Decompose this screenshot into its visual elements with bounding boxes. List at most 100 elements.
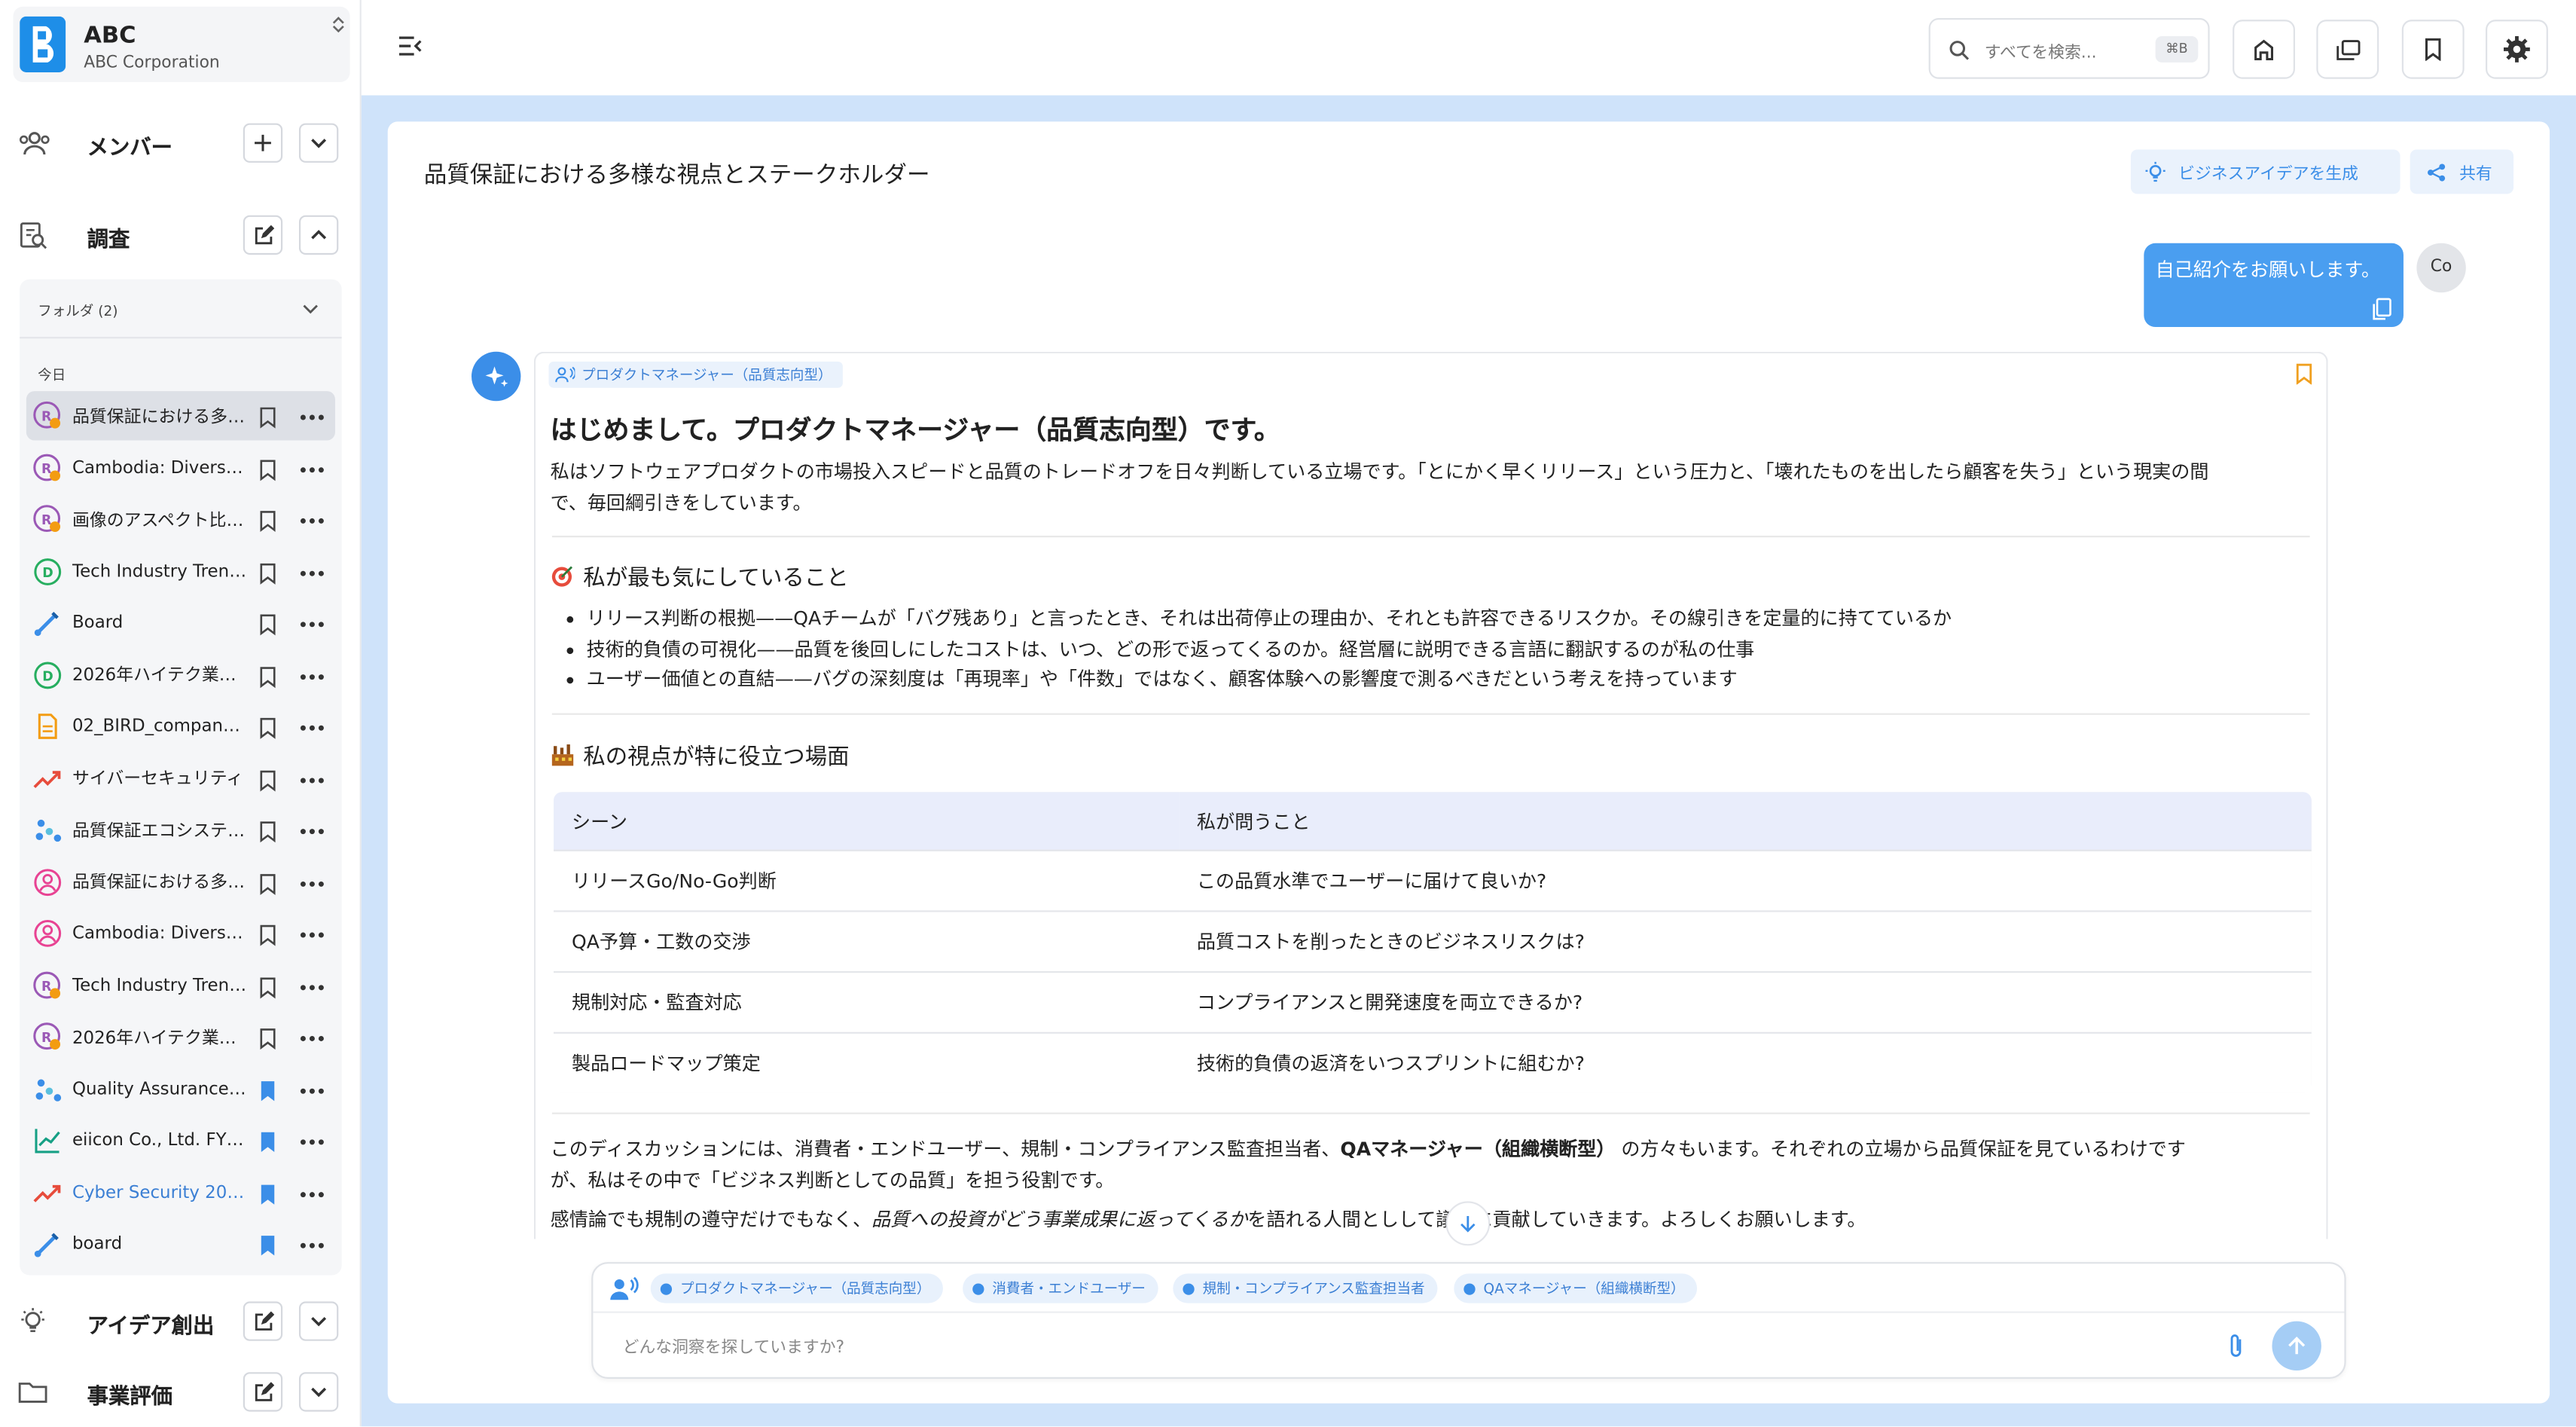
bookmark-icon[interactable] bbox=[256, 922, 279, 946]
list-item-label: Cyber Security 2026 bbox=[72, 1182, 247, 1202]
list-item[interactable]: Cambodia: Diverse … bbox=[26, 909, 335, 958]
more-icon[interactable] bbox=[299, 663, 325, 686]
more-icon[interactable] bbox=[299, 766, 325, 790]
list-item[interactable]: R Tech Industry Trend… bbox=[26, 961, 335, 1010]
bulb-icon bbox=[2145, 160, 2165, 182]
more-icon[interactable] bbox=[299, 870, 325, 894]
list-item[interactable]: Cyber Security 2026 bbox=[26, 1168, 335, 1217]
attach-icon[interactable] bbox=[2228, 1333, 2245, 1359]
bookmark-icon[interactable] bbox=[256, 560, 279, 584]
persona-select-icon[interactable] bbox=[609, 1276, 639, 1302]
list-item[interactable]: 品質保証における多… bbox=[26, 857, 335, 906]
trend-icon bbox=[33, 1178, 63, 1207]
copy-icon[interactable] bbox=[2370, 298, 2391, 321]
persona-chip[interactable]: 消費者・エンドユーザー bbox=[963, 1273, 1159, 1303]
more-icon[interactable] bbox=[299, 611, 325, 634]
new-research-button[interactable] bbox=[243, 215, 283, 255]
list-item[interactable]: R 品質保証における多… bbox=[26, 391, 335, 441]
list-item[interactable]: D 2026年ハイテク業… bbox=[26, 650, 335, 699]
send-button[interactable] bbox=[2272, 1321, 2321, 1371]
org-switcher[interactable]: ABC ABC Corporation bbox=[13, 6, 350, 83]
members-label[interactable]: メンバー bbox=[87, 130, 172, 161]
list-item[interactable]: Board bbox=[26, 598, 335, 647]
bookmark-icon[interactable] bbox=[256, 1233, 279, 1256]
divider bbox=[551, 536, 2310, 538]
sidebar-toggle-icon[interactable] bbox=[398, 36, 423, 56]
evaluation-label[interactable]: 事業評価 bbox=[87, 1379, 172, 1410]
ideas-label[interactable]: アイデア創出 bbox=[87, 1308, 215, 1340]
persona-chip[interactable]: プロダクトマネージャー（品質志向型） bbox=[650, 1273, 944, 1303]
board-icon bbox=[33, 1229, 63, 1258]
bookmark-icon[interactable] bbox=[256, 818, 279, 843]
table-cell: QA予算・工数の交渉 bbox=[554, 910, 1179, 973]
bookmark-icon[interactable] bbox=[256, 1181, 279, 1204]
bookmark-icon[interactable] bbox=[256, 1025, 279, 1050]
org-name: ABC bbox=[84, 23, 136, 50]
bookmarks-button[interactable] bbox=[2401, 20, 2465, 79]
more-icon[interactable] bbox=[299, 1181, 325, 1204]
home-button[interactable] bbox=[2233, 20, 2295, 79]
more-icon[interactable] bbox=[299, 973, 325, 997]
members-expand-button[interactable] bbox=[298, 123, 339, 163]
settings-button[interactable] bbox=[2486, 20, 2548, 79]
more-icon[interactable] bbox=[299, 1233, 325, 1256]
share-button[interactable]: 共有 bbox=[2410, 149, 2514, 194]
add-member-button[interactable] bbox=[243, 123, 283, 163]
list-item[interactable]: R 画像のアスペクト比… bbox=[26, 495, 335, 544]
table-header: シーン bbox=[554, 792, 1179, 851]
expand-collapse-icon[interactable] bbox=[332, 17, 345, 33]
new-evaluation-button[interactable] bbox=[243, 1372, 283, 1412]
persona-chip[interactable]: QAマネージャー（組織横断型） bbox=[1454, 1273, 1698, 1303]
plus-icon bbox=[255, 134, 271, 151]
research-label[interactable]: 調査 bbox=[87, 222, 130, 253]
more-icon[interactable] bbox=[299, 1077, 325, 1101]
bookmark-icon[interactable] bbox=[256, 405, 279, 429]
new-idea-button[interactable] bbox=[243, 1301, 283, 1341]
more-icon[interactable] bbox=[299, 560, 325, 583]
scroll-down-button[interactable] bbox=[1445, 1201, 1491, 1246]
generate-idea-button[interactable]: ビジネスアイデアを生成 bbox=[2130, 149, 2401, 194]
more-icon[interactable] bbox=[299, 456, 325, 479]
bookmark-icon[interactable] bbox=[256, 766, 279, 791]
bookmark-icon[interactable] bbox=[256, 508, 279, 533]
board-icon bbox=[33, 608, 63, 637]
bookmark-icon[interactable] bbox=[2295, 363, 2313, 385]
list-item[interactable]: サイバーセキュリティ bbox=[26, 753, 335, 802]
more-icon[interactable] bbox=[299, 818, 325, 842]
more-icon[interactable] bbox=[299, 405, 325, 428]
list-item[interactable]: R Cambodia: Diverse … bbox=[26, 443, 335, 492]
bookmark-icon[interactable] bbox=[256, 973, 279, 998]
bookmark-icon[interactable] bbox=[256, 1129, 279, 1152]
more-icon[interactable] bbox=[299, 1129, 325, 1152]
bookmark-icon[interactable] bbox=[256, 611, 279, 636]
more-icon[interactable] bbox=[299, 508, 325, 531]
table-row: QA予算・工数の交渉 品質コストを削ったときのビジネスリスクは? bbox=[554, 910, 2312, 973]
list-item[interactable]: Quality Assurance … bbox=[26, 1064, 335, 1113]
scatter-icon bbox=[33, 1074, 63, 1103]
persona-chip[interactable]: 規制・コンプライアンス監査担当者 bbox=[1173, 1273, 1439, 1303]
research-collapse-button[interactable] bbox=[298, 215, 339, 255]
list-item[interactable]: 品質保証エコシステ… bbox=[26, 805, 335, 854]
list-item[interactable]: R 2026年ハイテク業… bbox=[26, 1013, 335, 1062]
evaluation-expand-button[interactable] bbox=[298, 1372, 339, 1412]
bookmark-icon[interactable] bbox=[256, 1077, 279, 1101]
more-icon[interactable] bbox=[299, 922, 325, 946]
library-button[interactable] bbox=[2316, 20, 2379, 79]
search-box[interactable]: すべてを検索... ⌘B bbox=[1928, 17, 2210, 79]
list-item: ユーザー価値との直結——バグの深刻度は「再現率」や「件数」ではなく、顧客体験への… bbox=[563, 664, 1952, 694]
list-item[interactable]: D Tech Industry Trend… bbox=[26, 546, 335, 595]
bookmark-icon[interactable] bbox=[256, 456, 279, 481]
closing-italic: 品質への投資がどう事業成果に返ってくるか bbox=[871, 1208, 1248, 1231]
bookmark-icon[interactable] bbox=[256, 663, 279, 688]
more-icon[interactable] bbox=[299, 715, 325, 738]
more-icon[interactable] bbox=[299, 1025, 325, 1049]
list-item[interactable]: 02_BIRD_company_… bbox=[26, 701, 335, 750]
folder-row[interactable]: フォルダ (2) bbox=[20, 280, 342, 339]
ideas-expand-button[interactable] bbox=[298, 1301, 339, 1341]
list-item[interactable]: board bbox=[26, 1219, 335, 1268]
research-icon bbox=[20, 222, 47, 249]
message-input[interactable]: どんな洞察を探していますか? bbox=[623, 1333, 844, 1358]
bookmark-icon[interactable] bbox=[256, 715, 279, 739]
list-item[interactable]: eiicon Co., Ltd. FY2… bbox=[26, 1116, 335, 1165]
bookmark-icon[interactable] bbox=[256, 870, 279, 894]
